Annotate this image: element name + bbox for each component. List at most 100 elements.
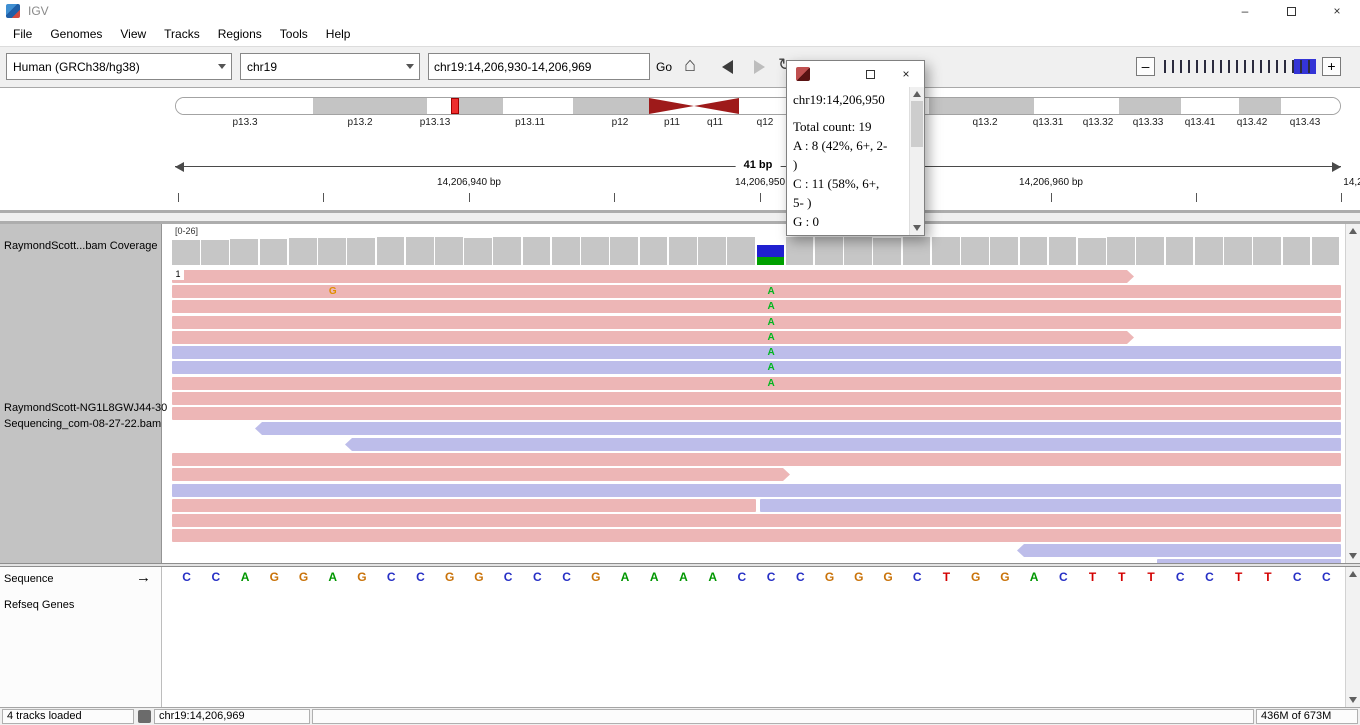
sequence-base: G [357, 570, 367, 584]
read[interactable] [172, 484, 1341, 497]
coverage-bar [464, 238, 492, 265]
sequence-base: C [532, 570, 542, 584]
zoom-tick [1300, 60, 1302, 73]
chromosome-select[interactable]: chr19 [240, 53, 420, 80]
read[interactable] [172, 529, 1341, 542]
popup-scrollbar[interactable] [909, 87, 924, 235]
read[interactable] [172, 514, 1341, 527]
menu-bar: File Genomes View Tracks Regions Tools Help [0, 22, 1360, 47]
sequence-track-label[interactable]: Sequence [4, 573, 54, 585]
chevron-down-icon [213, 64, 231, 69]
ideogram-band [503, 98, 573, 114]
forward-icon[interactable] [754, 60, 765, 74]
locus-input[interactable] [428, 53, 650, 80]
read[interactable] [172, 392, 1341, 405]
read[interactable] [172, 453, 1341, 466]
coverage-bar [376, 237, 405, 265]
alignment-track-label-line1[interactable]: RaymondScott-NG1L8GWJ44-30 [4, 402, 167, 414]
scroll-up-icon[interactable] [1349, 571, 1357, 577]
go-button[interactable]: Go [656, 60, 672, 74]
coverage-bar [1282, 237, 1311, 265]
cytoband-label: p11 [664, 117, 680, 128]
scroll-down-icon[interactable] [1349, 553, 1357, 559]
ideogram-band [1034, 98, 1119, 114]
memory-usage: 436M of 673M [1256, 709, 1358, 724]
ideogram[interactable] [175, 97, 1341, 115]
igv-window: IGV – × File Genomes View Tracks Regions Tool… [0, 0, 1360, 725]
read[interactable] [760, 499, 1341, 512]
coverage-track-label[interactable]: RaymondScott...bam Coverage [4, 240, 157, 252]
sequence-scrollbar[interactable] [1345, 567, 1360, 707]
chevron-down-icon [401, 64, 419, 69]
home-icon[interactable]: ⌂ [684, 54, 696, 76]
window-title: IGV [28, 4, 49, 18]
tracks-scrollbar[interactable] [1345, 224, 1360, 563]
menu-item-view[interactable]: View [111, 24, 155, 44]
alignment-track-label-line2[interactable]: Sequencing_com-08-27-22.bam [4, 418, 161, 430]
menu-item-file[interactable]: File [4, 24, 41, 44]
status-locus: chr19:14,206,969 [154, 709, 310, 724]
read[interactable] [1017, 544, 1341, 557]
read[interactable] [172, 331, 1134, 344]
zoom-tick [1220, 60, 1222, 73]
ruler[interactable]: 41 bp 14,206,940 bp 14,206,950 14,206,960 … [175, 159, 1360, 208]
panel-splitter[interactable] [0, 210, 1360, 224]
popup-line: A : 8 (42%, 6+, 2- [793, 138, 888, 153]
sequence-base: T [1147, 570, 1155, 584]
minimize-button[interactable]: – [1222, 0, 1268, 22]
ideogram-band [176, 98, 313, 114]
read[interactable] [172, 499, 756, 512]
sequence-panel: Sequence → Refseq Genes C C A G G A G C C G G C C C G A… [0, 567, 1360, 707]
ruler-tick [614, 193, 615, 202]
coverage-bar [1048, 237, 1077, 265]
read[interactable] [172, 407, 1341, 420]
read[interactable] [255, 422, 1341, 435]
sequence-base: G [1000, 570, 1010, 584]
refseq-track-label[interactable]: Refseq Genes [4, 599, 74, 611]
zoom-level-indicator[interactable] [1294, 59, 1316, 74]
menu-item-genomes[interactable]: Genomes [41, 24, 111, 44]
zoom-out-button[interactable]: – [1136, 57, 1155, 76]
menu-item-regions[interactable]: Regions [209, 24, 271, 44]
read[interactable] [172, 270, 1134, 283]
scroll-up-icon[interactable] [1349, 228, 1357, 234]
menu-item-tools[interactable]: Tools [271, 24, 317, 44]
ruler-tick [1196, 193, 1197, 202]
close-button[interactable]: × [1314, 0, 1360, 22]
zoom-tick [1260, 60, 1262, 73]
popup-line: ) [793, 157, 798, 172]
sequence-base: A [620, 570, 630, 584]
cytoband-labels: p13.3 p13.2 p13.13 p13.11 p12 p11 q11 q12 q13.2 q… [175, 117, 1341, 131]
zoom-in-button[interactable]: + [1322, 57, 1341, 76]
coverage-bar [844, 237, 872, 265]
reads-group-label: 1 [172, 268, 184, 280]
scroll-down-icon[interactable] [1349, 697, 1357, 703]
read[interactable] [345, 438, 1341, 451]
menu-item-tracks[interactable]: Tracks [155, 24, 209, 44]
sequence-base: C [737, 570, 747, 584]
menu-item-help[interactable]: Help [317, 24, 360, 44]
drag-handle-icon [138, 710, 151, 723]
maximize-button[interactable] [1268, 0, 1314, 22]
popup-title-bar: × [787, 61, 924, 87]
position-marker [451, 98, 459, 114]
genome-select[interactable]: Human (GRCh38/hg38) [6, 53, 232, 80]
sequence-base: C [1205, 570, 1214, 584]
back-icon[interactable] [722, 60, 733, 74]
sequence-base: G [854, 570, 864, 584]
coverage-track[interactable] [172, 237, 1341, 265]
popup-maximize-button[interactable] [852, 61, 888, 87]
popup-scroll-thumb[interactable] [911, 101, 923, 147]
read[interactable] [172, 468, 790, 481]
popup-close-button[interactable]: × [888, 61, 924, 87]
strand-arrow-icon[interactable]: → [136, 569, 151, 586]
scroll-up-icon[interactable] [913, 91, 921, 97]
status-message [312, 709, 1254, 724]
coverage-bar [727, 237, 755, 265]
scroll-down-icon[interactable] [913, 225, 921, 231]
cytoband-label: q13.41 [1184, 117, 1216, 128]
zoom-slider[interactable] [1160, 59, 1318, 75]
tracks-sidebar: RaymondScott...bam Coverage RaymondScott… [0, 224, 167, 563]
mismatch-base: A [767, 347, 775, 358]
sequence-base: C [562, 570, 571, 584]
